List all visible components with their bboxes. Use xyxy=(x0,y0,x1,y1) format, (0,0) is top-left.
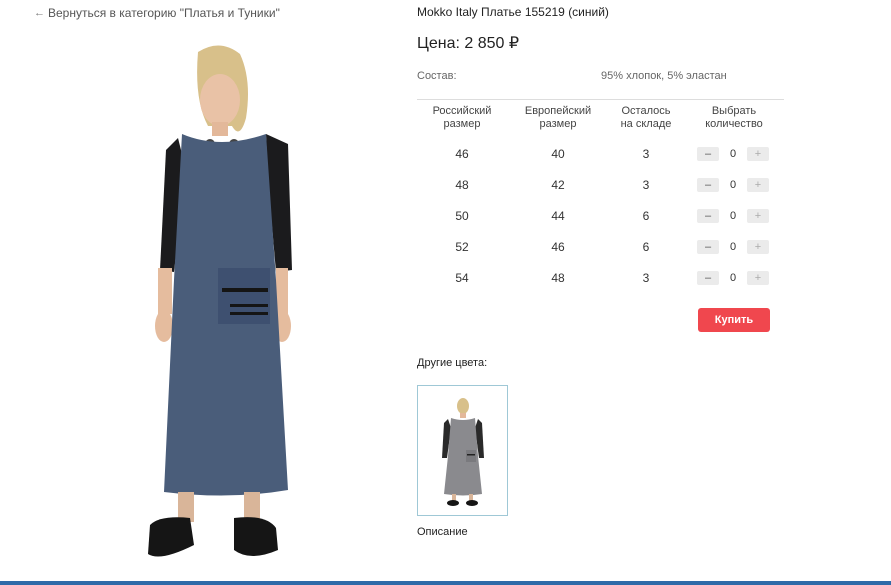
eu-size-cell: 44 xyxy=(551,209,565,223)
other-colors-label: Другие цвета: xyxy=(417,357,488,369)
table-row: 52 46 6 – 0 + xyxy=(417,238,784,264)
back-to-category-link[interactable]: ← Вернуться в категорию "Платья и Туники… xyxy=(34,6,280,20)
increase-button[interactable]: + xyxy=(747,147,769,161)
quantity-value[interactable]: 0 xyxy=(719,207,747,225)
buy-button[interactable]: Купить xyxy=(698,308,770,332)
quantity-stepper: – 0 + xyxy=(697,238,771,256)
stock-cell: 3 xyxy=(642,271,650,285)
eu-size-cell: 46 xyxy=(551,240,565,254)
back-arrow-icon: ← xyxy=(34,7,45,19)
quantity-stepper: – 0 + xyxy=(697,269,771,287)
header-eu-size: Европейский размер xyxy=(524,105,592,130)
ru-size-cell: 52 xyxy=(455,240,469,254)
stock-cell: 3 xyxy=(642,178,650,192)
table-row: 54 48 3 – 0 + xyxy=(417,269,784,295)
bottom-border xyxy=(0,581,891,585)
table-row: 50 44 6 – 0 + xyxy=(417,207,784,233)
decrease-button[interactable]: – xyxy=(697,271,719,285)
color-variant-thumbnail[interactable] xyxy=(417,385,508,516)
stock-cell: 6 xyxy=(642,209,650,223)
stock-cell: 6 xyxy=(642,240,650,254)
quantity-value[interactable]: 0 xyxy=(719,176,747,194)
increase-button[interactable]: + xyxy=(747,178,769,192)
product-title: Mokko Italy Платье 155219 (синий) xyxy=(417,5,609,19)
ru-size-cell: 54 xyxy=(455,271,469,285)
eu-size-cell: 40 xyxy=(551,147,565,161)
quantity-stepper: – 0 + xyxy=(697,145,771,163)
increase-button[interactable]: + xyxy=(747,209,769,223)
dress-model-image xyxy=(148,45,292,557)
header-quantity: Выбрать количество xyxy=(705,105,763,130)
ru-size-cell: 48 xyxy=(455,178,469,192)
quantity-stepper: – 0 + xyxy=(697,207,771,225)
increase-button[interactable]: + xyxy=(747,271,769,285)
product-price: Цена: 2 850 ₽ xyxy=(417,35,520,52)
eu-size-cell: 48 xyxy=(551,271,565,285)
eu-size-cell: 42 xyxy=(551,178,565,192)
quantity-value[interactable]: 0 xyxy=(719,269,747,287)
table-row: 46 40 3 – 0 + xyxy=(417,145,784,171)
product-photo[interactable] xyxy=(30,30,400,575)
increase-button[interactable]: + xyxy=(747,240,769,254)
ru-size-cell: 50 xyxy=(455,209,469,223)
composition-label: Состав: xyxy=(417,70,457,82)
composition-value: 95% хлопок, 5% эластан xyxy=(601,70,727,82)
decrease-button[interactable]: – xyxy=(697,178,719,192)
divider xyxy=(417,99,784,100)
description-tab[interactable]: Описание xyxy=(417,526,468,538)
header-ru-size: Российский размер xyxy=(432,105,492,130)
header-stock: Осталось на складе xyxy=(620,105,672,130)
stock-cell: 3 xyxy=(642,147,650,161)
decrease-button[interactable]: – xyxy=(697,240,719,254)
decrease-button[interactable]: – xyxy=(697,147,719,161)
grey-dress-thumbnail-image xyxy=(442,398,484,506)
decrease-button[interactable]: – xyxy=(697,209,719,223)
ru-size-cell: 46 xyxy=(455,147,469,161)
quantity-value[interactable]: 0 xyxy=(719,145,747,163)
quantity-stepper: – 0 + xyxy=(697,176,771,194)
table-row: 48 42 3 – 0 + xyxy=(417,176,784,202)
back-link-label: Вернуться в категорию "Платья и Туники" xyxy=(48,6,280,20)
quantity-value[interactable]: 0 xyxy=(719,238,747,256)
